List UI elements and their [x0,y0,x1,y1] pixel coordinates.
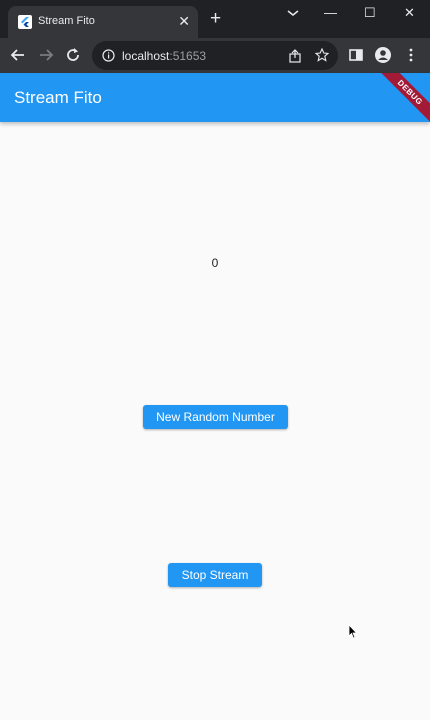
browser-menu-icon[interactable] [402,46,420,64]
window-close-button[interactable]: ✕ [404,6,415,20]
reload-icon[interactable] [64,46,82,64]
side-panel-icon[interactable] [347,46,365,64]
url-text: localhost:51653 [122,49,206,63]
browser-toolbar: localhost:51653 [0,38,430,73]
profile-avatar-icon[interactable] [374,46,392,64]
new-tab-button[interactable]: + [210,9,221,29]
forward-arrow-icon[interactable] [37,46,55,64]
mouse-cursor-icon [348,624,358,639]
tab-search-chevron-icon[interactable] [286,8,300,18]
maximize-button[interactable]: ☐ [364,6,376,20]
debug-banner: DEBUG [371,73,430,122]
app-title: Stream Fito [14,88,102,107]
new-random-number-button[interactable]: New Random Number [143,405,288,429]
site-info-icon[interactable] [102,49,115,62]
url-port: :51653 [169,49,207,63]
url-host: localhost [122,49,170,63]
minimize-button[interactable]: — [324,6,337,20]
tab-close-icon[interactable]: ✕ [178,13,190,29]
browser-tab[interactable]: Stream Fito ✕ [8,6,198,38]
share-icon[interactable] [288,49,302,63]
browser-tab-strip: Stream Fito ✕ + — ☐ ✕ [0,0,430,38]
flutter-favicon-icon [18,15,32,29]
tab-title: Stream Fito [38,15,95,27]
address-bar[interactable]: localhost:51653 [92,41,338,70]
app-bar: Stream Fito DEBUG [0,73,430,122]
back-arrow-icon[interactable] [9,46,27,64]
bookmark-star-icon[interactable] [315,48,329,62]
stop-stream-button[interactable]: Stop Stream [168,563,262,587]
random-number-display: 0 [211,256,219,270]
